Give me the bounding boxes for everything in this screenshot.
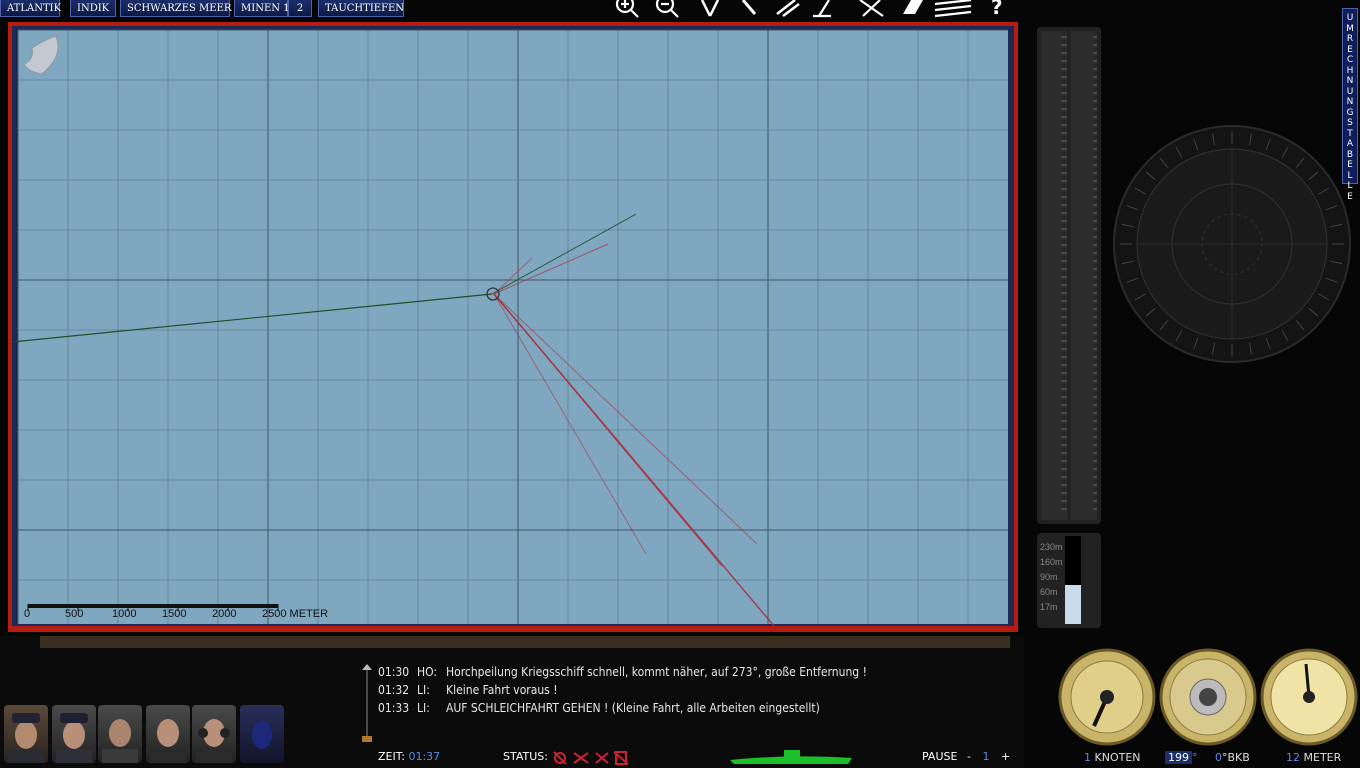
status-display: STATUS:	[503, 750, 548, 763]
status-label: STATUS:	[503, 750, 548, 763]
crew-portrait-sonar-operator[interactable]	[192, 705, 236, 763]
time-compression-value: 1	[982, 750, 990, 763]
depth-meter-gauge[interactable]	[1260, 648, 1358, 746]
tab-minen-2[interactable]: 2	[288, 0, 312, 17]
damage-status-icons[interactable]	[550, 750, 632, 766]
zoom-in-icon[interactable]	[615, 0, 639, 18]
message-scrollbar[interactable]	[360, 664, 374, 746]
delete-all-icon[interactable]	[934, 0, 972, 18]
tab-tauchtiefen[interactable]: TAUCHTIEFEN	[318, 0, 404, 17]
u-boat-silhouette-icon	[730, 750, 852, 764]
navigation-map[interactable]: 0 500 1000 1500 2000 2500 METER	[12, 26, 1014, 626]
scale-label: 2500 METER	[262, 608, 329, 620]
pause-label: PAUSE	[922, 750, 958, 763]
protractor-icon[interactable]	[813, 0, 831, 18]
zeit-label: ZEIT:	[378, 750, 405, 763]
depth-bar-label: 90m	[1040, 572, 1058, 582]
tab-atlantik[interactable]: ATLANTIK	[0, 0, 61, 17]
help-icon[interactable]: ?	[991, 0, 1003, 19]
depth-gauge-bar: 230m 160m 90m 60m 17m	[1037, 533, 1101, 628]
pause-control: PAUSE - 1 +	[922, 750, 1010, 763]
map-toolbar: ?	[605, 0, 1015, 20]
depth-bar-label: 60m	[1040, 587, 1058, 597]
pause-decrease-button[interactable]: -	[967, 750, 971, 763]
crew-portrait-engineer[interactable]	[146, 705, 190, 763]
crew-portrait-empty[interactable]	[240, 705, 284, 763]
crew-portrait-crewman[interactable]	[98, 705, 142, 763]
scale-label: 2000	[212, 608, 237, 620]
tab-minen-1[interactable]: MINEN 1	[234, 0, 290, 17]
pause-increase-button[interactable]: +	[1001, 750, 1010, 763]
depth-bar-label: 160m	[1040, 557, 1063, 567]
depth-bar-fill	[1065, 585, 1081, 624]
plot-icon[interactable]	[859, 0, 884, 17]
scale-label: 1500	[162, 608, 187, 620]
depth-bar-label: 230m	[1040, 542, 1063, 552]
crew-portrait-kommandant[interactable]	[4, 705, 48, 763]
speed-readout: 1 KNOTEN	[1084, 751, 1141, 764]
zeit-value: 01:37	[408, 750, 441, 763]
depth-ruler	[1037, 27, 1101, 524]
heading-readout[interactable]: 199 ° 0°BKB	[1165, 751, 1250, 764]
tab-schwarzes-meer[interactable]: SCHWARZES MEER	[120, 0, 231, 17]
time-display: ZEIT: 01:37	[378, 750, 440, 763]
scale-label: 500	[65, 608, 84, 620]
wood-edge	[40, 636, 1010, 648]
tab-indik[interactable]: INDIK	[70, 0, 116, 17]
depth-bar-label: 17m	[1040, 602, 1058, 612]
zoom-out-icon[interactable]	[655, 0, 679, 18]
crew-portrait-officer[interactable]	[52, 705, 96, 763]
navigation-map-frame: 0 500 1000 1500 2000 2500 METER	[8, 22, 1018, 632]
rudder-heading-gauge[interactable]	[1159, 648, 1257, 746]
depth-readout: 12 METER	[1286, 751, 1342, 764]
eraser-icon[interactable]	[903, 0, 923, 14]
speed-telegraph-gauge[interactable]	[1058, 648, 1156, 746]
compass-divider-icon[interactable]	[700, 0, 720, 17]
pencil-icon[interactable]	[741, 0, 757, 15]
attack-disc-compass[interactable]	[1112, 124, 1352, 368]
ruler-icon[interactable]	[776, 0, 800, 17]
scale-label: 0	[24, 608, 31, 620]
scale-label: 1000	[112, 608, 137, 620]
